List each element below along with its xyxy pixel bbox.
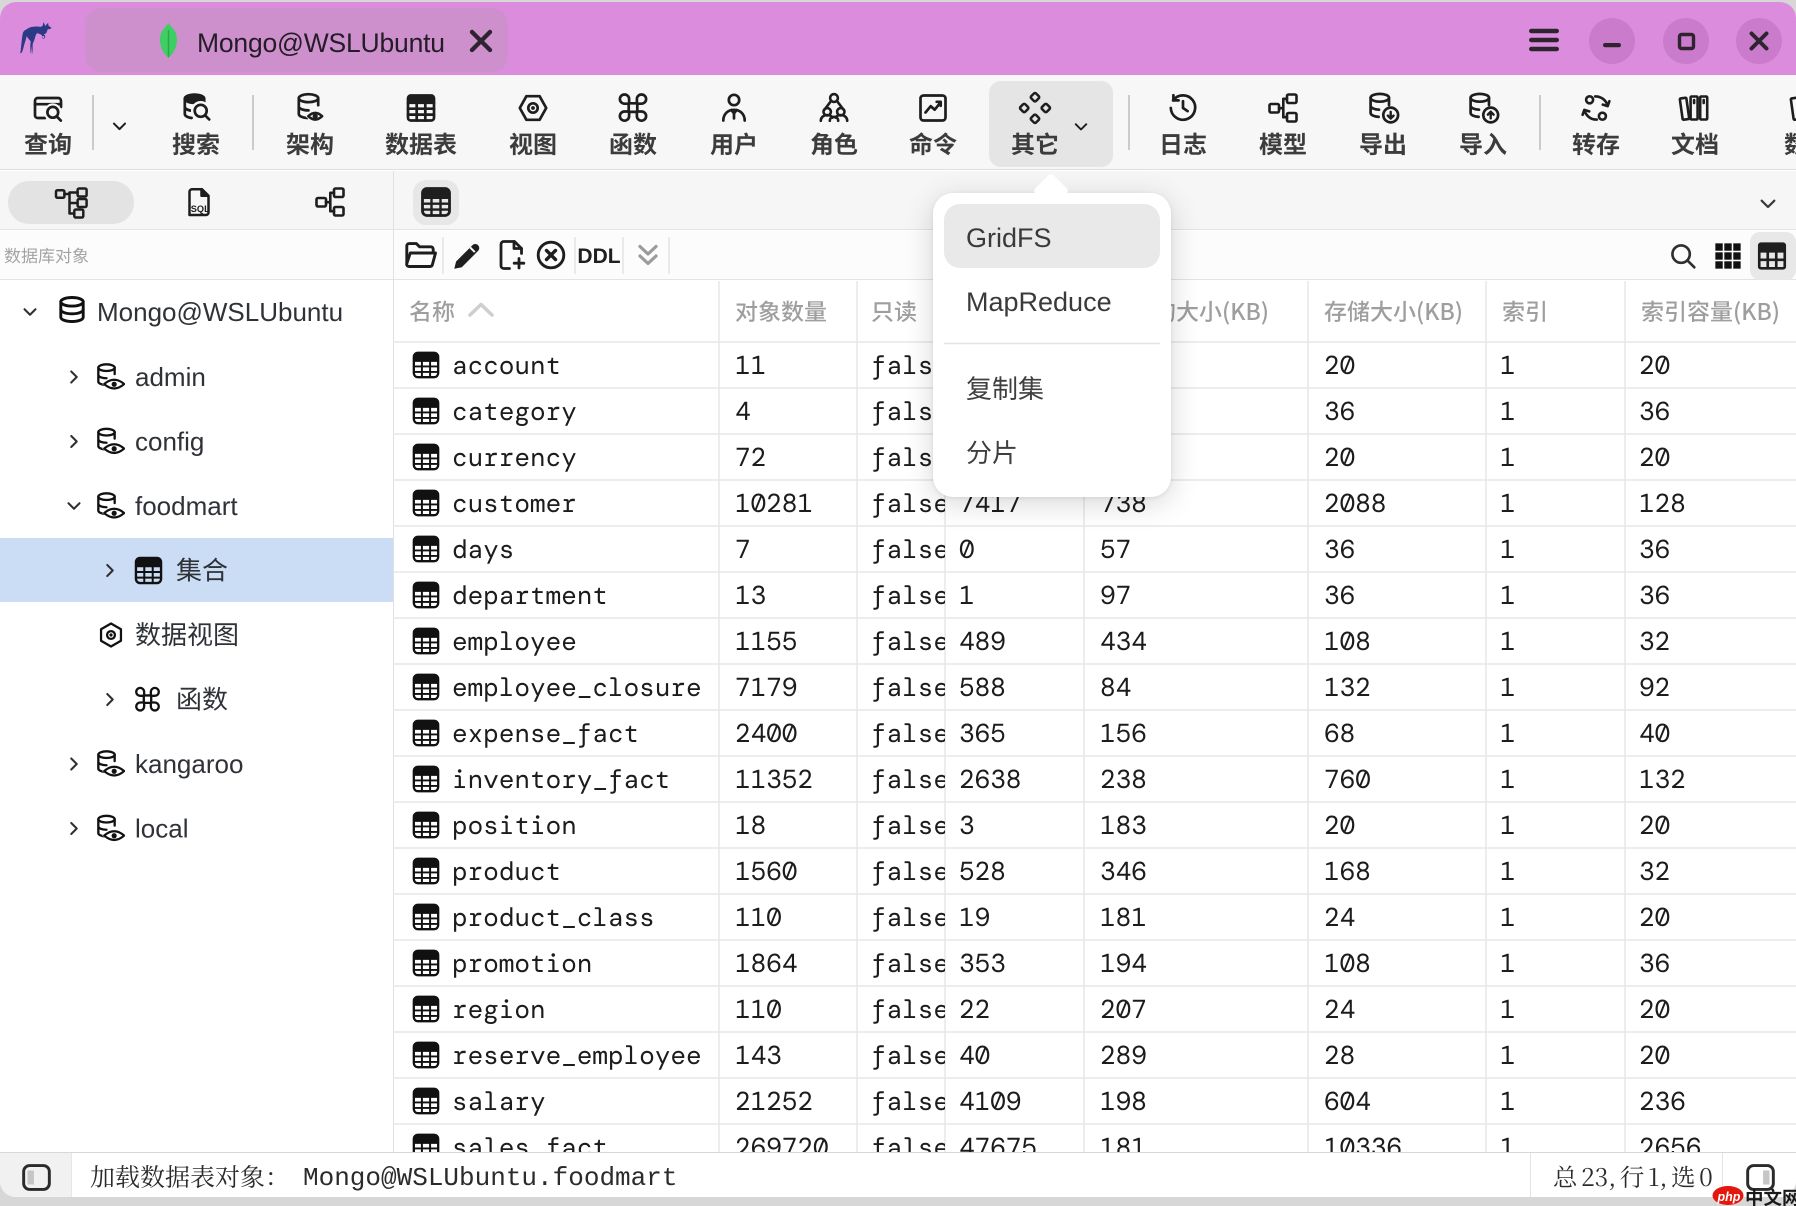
svg-text:php: php [1717, 1190, 1741, 1204]
